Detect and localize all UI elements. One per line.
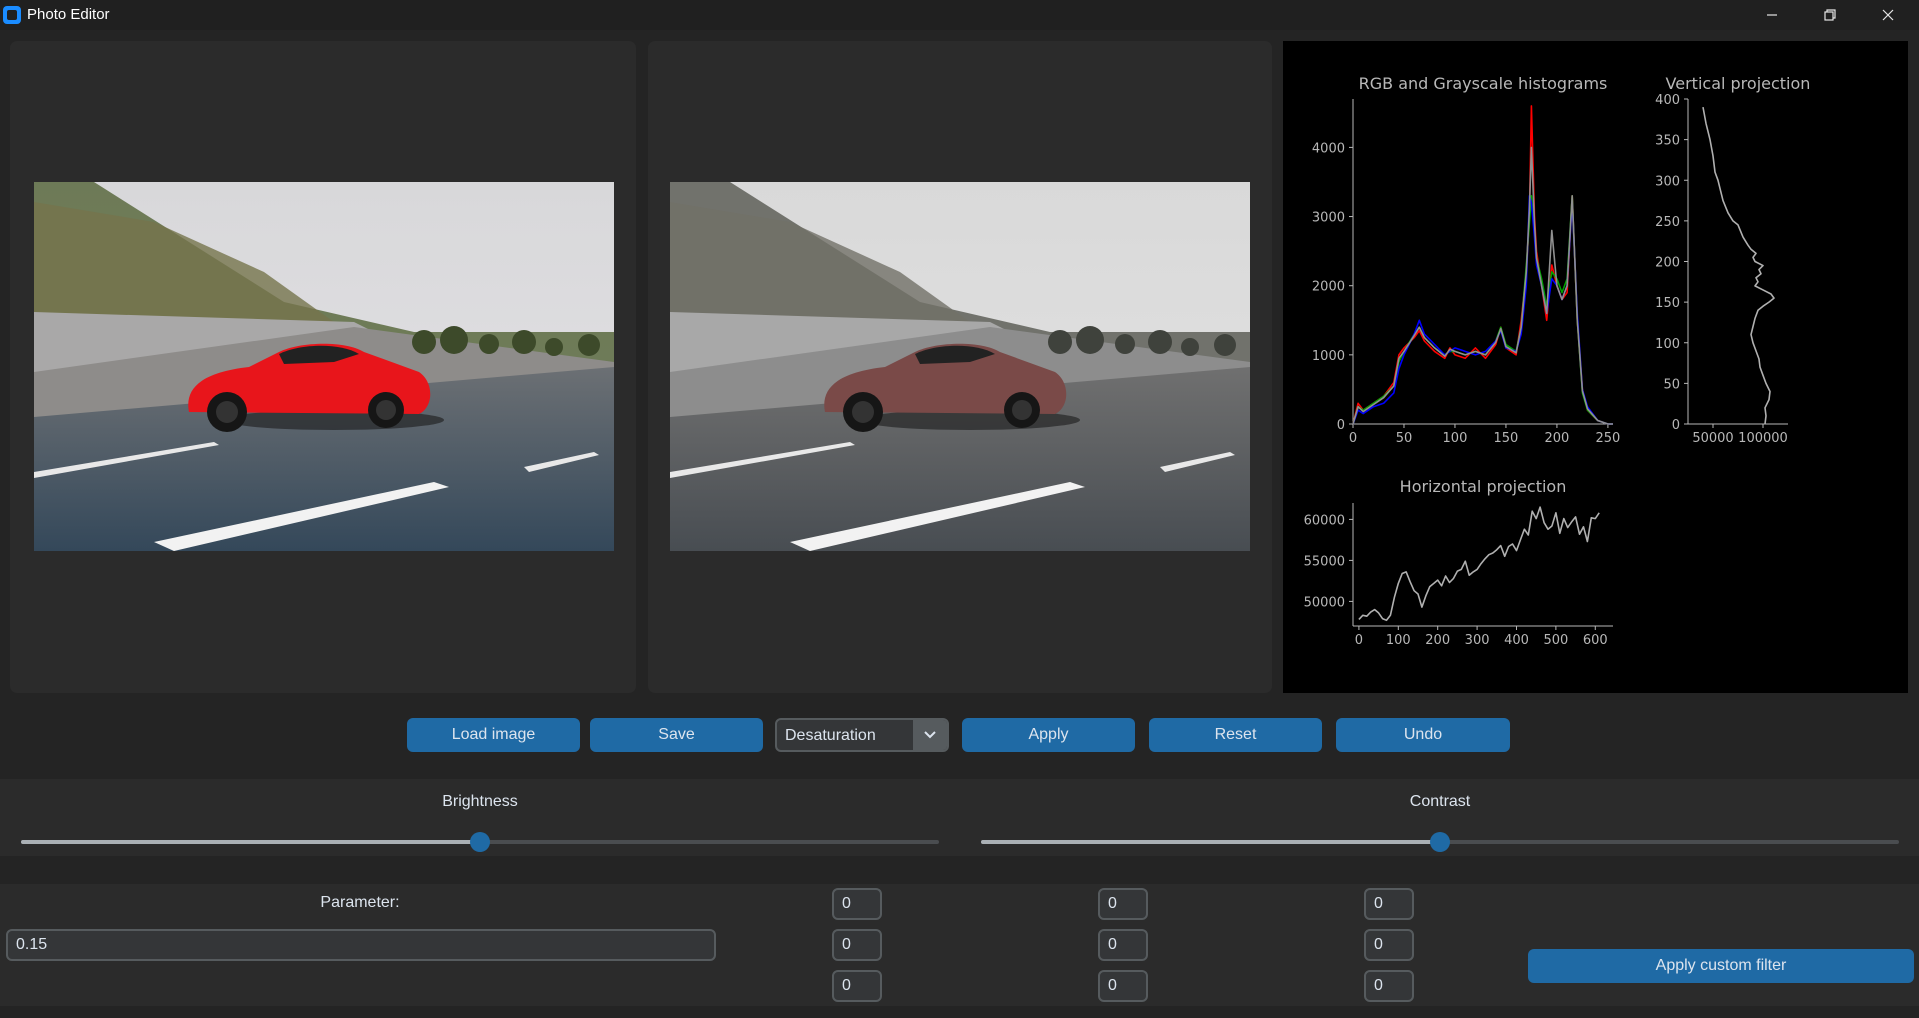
series-line-3 xyxy=(1352,146,1613,425)
contrast-slider-fill xyxy=(981,840,1440,844)
contrast-slider-thumb[interactable] xyxy=(1430,832,1450,852)
y-tick-label: 3000 xyxy=(1312,211,1345,226)
x-tick-label: 200 xyxy=(1545,431,1570,446)
brightness-label: Brightness xyxy=(442,793,518,810)
original-image xyxy=(34,182,614,551)
restore-icon xyxy=(1824,9,1836,21)
chevron-down-icon[interactable] xyxy=(913,720,947,750)
x-tick-label: 300 xyxy=(1465,633,1490,648)
chart-title: Horizontal projection xyxy=(1400,477,1567,496)
parameter-input[interactable]: 0.15 xyxy=(6,929,716,961)
kernel-cell[interactable]: 0 xyxy=(832,970,882,1002)
kernel-cell[interactable]: 0 xyxy=(1098,970,1148,1002)
contrast-label: Contrast xyxy=(1409,793,1471,810)
kernel-cell[interactable]: 0 xyxy=(1364,970,1414,1002)
filter-select[interactable]: Desaturation xyxy=(775,718,949,752)
x-tick-label: 250 xyxy=(1595,431,1620,446)
filter-select-value: Desaturation xyxy=(785,727,876,744)
x-tick-label: 50 xyxy=(1396,431,1413,446)
brightness-slider-thumb[interactable] xyxy=(470,832,490,852)
x-tick-label: 0 xyxy=(1355,633,1363,648)
y-tick-label: 2000 xyxy=(1312,280,1345,295)
contrast-slider[interactable] xyxy=(981,832,1899,852)
x-tick-label: 400 xyxy=(1504,633,1529,648)
y-tick-label: 50 xyxy=(1663,377,1680,392)
x-tick-label: 150 xyxy=(1494,431,1519,446)
y-tick-label: 250 xyxy=(1655,215,1680,230)
kernel-cell[interactable]: 0 xyxy=(1364,888,1414,920)
kernel-cell[interactable]: 0 xyxy=(1364,929,1414,961)
apply-custom-filter-button[interactable]: Apply custom filter xyxy=(1528,949,1914,983)
rgb-histogram-chart: RGB and Grayscale histograms 0 50 100 150 200… xyxy=(1312,74,1620,446)
adjustment-frame xyxy=(0,779,1919,856)
y-tick-label: 0 xyxy=(1337,418,1345,433)
kernel-cell[interactable]: 0 xyxy=(1098,929,1148,961)
save-button[interactable]: Save xyxy=(590,718,763,752)
parameter-label: Parameter: xyxy=(320,894,400,911)
result-image xyxy=(670,182,1250,551)
title-bar: Photo Editor xyxy=(0,0,1919,30)
window-title: Photo Editor xyxy=(27,6,110,23)
undo-button[interactable]: Undo xyxy=(1336,718,1510,752)
minimize-button[interactable] xyxy=(1743,0,1801,30)
y-tick-label: 1000 xyxy=(1312,349,1345,364)
apply-button[interactable]: Apply xyxy=(962,718,1135,752)
x-tick-label: 100 xyxy=(1386,633,1411,648)
brightness-slider-fill xyxy=(21,840,480,844)
kernel-cell[interactable]: 0 xyxy=(832,888,882,920)
result-image-panel xyxy=(648,41,1272,693)
histogram-chart-area: RGB and Grayscale histograms 0 50 100 150 200… xyxy=(1283,41,1908,693)
minimize-icon xyxy=(1767,14,1777,16)
series-line-0 xyxy=(1702,106,1775,425)
load-image-button[interactable]: Load image xyxy=(407,718,580,752)
x-tick-label: 200 xyxy=(1425,633,1450,648)
x-tick-label: 0 xyxy=(1349,431,1357,446)
horizontal-projection-chart: Horizontal projection 0 100 200 300 400 500 600… xyxy=(1304,477,1613,648)
y-tick-label: 400 xyxy=(1655,93,1680,108)
chart-title: RGB and Grayscale histograms xyxy=(1359,74,1608,93)
y-tick-label: 300 xyxy=(1655,174,1680,189)
y-tick-label: 100 xyxy=(1655,337,1680,352)
series-line-0 xyxy=(1358,506,1600,622)
series-line-0 xyxy=(1352,105,1613,425)
y-tick-label: 60000 xyxy=(1304,513,1345,528)
charts-svg: RGB and Grayscale histograms 0 50 100 150 200… xyxy=(1304,74,1811,648)
maximize-button[interactable] xyxy=(1801,0,1859,30)
y-tick-label: 350 xyxy=(1655,134,1680,149)
x-tick-label: 600 xyxy=(1583,633,1608,648)
y-tick-label: 50000 xyxy=(1304,595,1345,610)
close-button[interactable] xyxy=(1859,0,1917,30)
kernel-cell[interactable]: 0 xyxy=(1098,888,1148,920)
x-tick-label: 100000 xyxy=(1738,431,1788,446)
x-tick-label: 50000 xyxy=(1692,431,1733,446)
x-tick-label: 100 xyxy=(1443,431,1468,446)
vertical-projection-chart: Vertical projection 50000 100000 0 50 100 150 2… xyxy=(1655,74,1810,446)
reset-button[interactable]: Reset xyxy=(1149,718,1322,752)
y-tick-label: 55000 xyxy=(1304,554,1345,569)
kernel-cell[interactable]: 0 xyxy=(832,929,882,961)
y-tick-label: 150 xyxy=(1655,296,1680,311)
brightness-slider[interactable] xyxy=(21,832,939,852)
chart-title: Vertical projection xyxy=(1666,74,1811,93)
original-image-panel xyxy=(10,41,636,693)
y-tick-label: 200 xyxy=(1655,256,1680,271)
app-icon xyxy=(3,6,21,24)
close-icon xyxy=(1882,9,1894,21)
x-tick-label: 500 xyxy=(1543,633,1568,648)
y-tick-label: 4000 xyxy=(1312,141,1345,156)
y-tick-label: 0 xyxy=(1672,418,1680,433)
